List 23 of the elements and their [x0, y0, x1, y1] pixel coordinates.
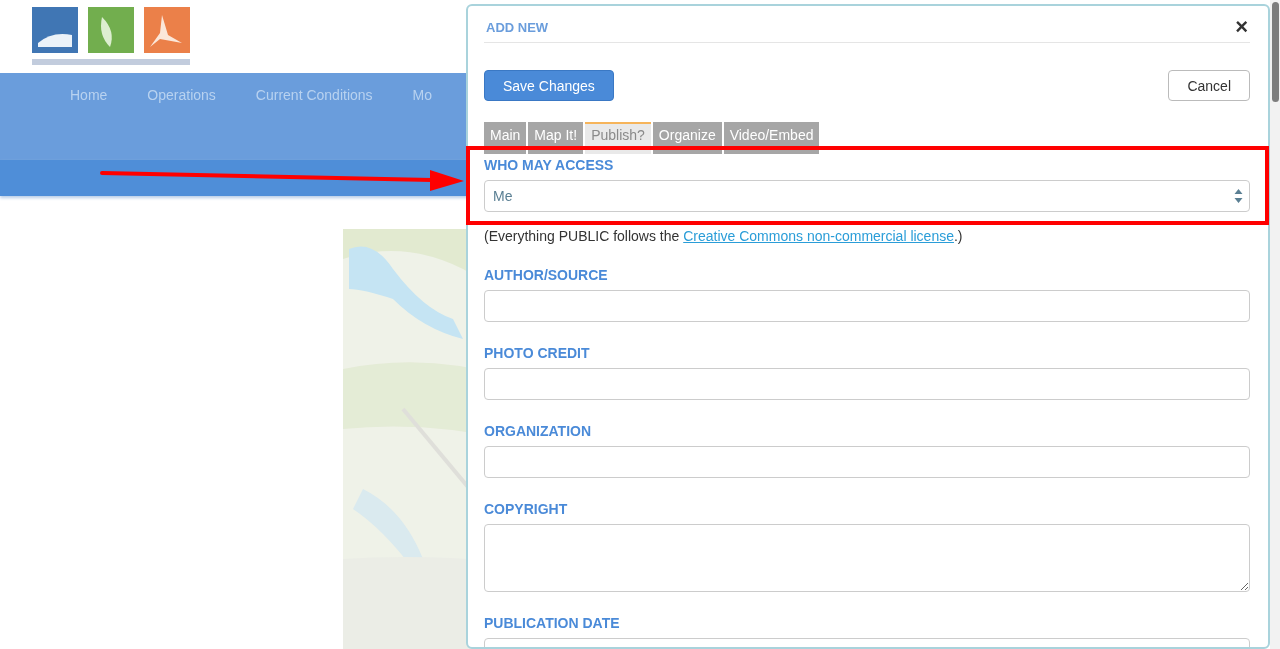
dialog-title: ADD NEW — [486, 18, 549, 35]
field-label: AUTHOR/SOURCE — [484, 266, 609, 284]
text-area[interactable] — [484, 524, 1250, 592]
license-link[interactable]: Creative Commons non-commercial license — [683, 228, 954, 244]
nav-link[interactable]: Mo — [412, 87, 433, 103]
field-label: WHO MAY ACCESS — [484, 156, 615, 174]
field-label: ORGANIZATION — [484, 422, 593, 440]
input-field[interactable] — [484, 290, 1250, 322]
field-label: PUBLICATION DATE — [484, 614, 621, 632]
note-text: (Everything PUBLIC follows the Creative Commons non-commercial license.) — [484, 228, 964, 244]
close-button[interactable]: × — [1235, 16, 1248, 38]
scrollbar[interactable] — [1270, 0, 1280, 649]
field-label: COPYRIGHT — [484, 500, 569, 518]
nav-link[interactable]: Home — [70, 87, 108, 103]
input-field[interactable] — [484, 368, 1250, 400]
nav-link[interactable]: Operations — [147, 87, 216, 103]
select-field[interactable]: Me — [484, 180, 1250, 212]
cancel-button[interactable]: Cancel — [1168, 70, 1250, 101]
save-button[interactable]: Save Changes — [484, 70, 614, 101]
sort-arrows-icon — [1234, 188, 1243, 204]
field-label: PHOTO CREDIT — [484, 344, 591, 362]
input-field[interactable] — [484, 446, 1250, 478]
nav-link[interactable]: Current Conditions — [255, 87, 373, 103]
